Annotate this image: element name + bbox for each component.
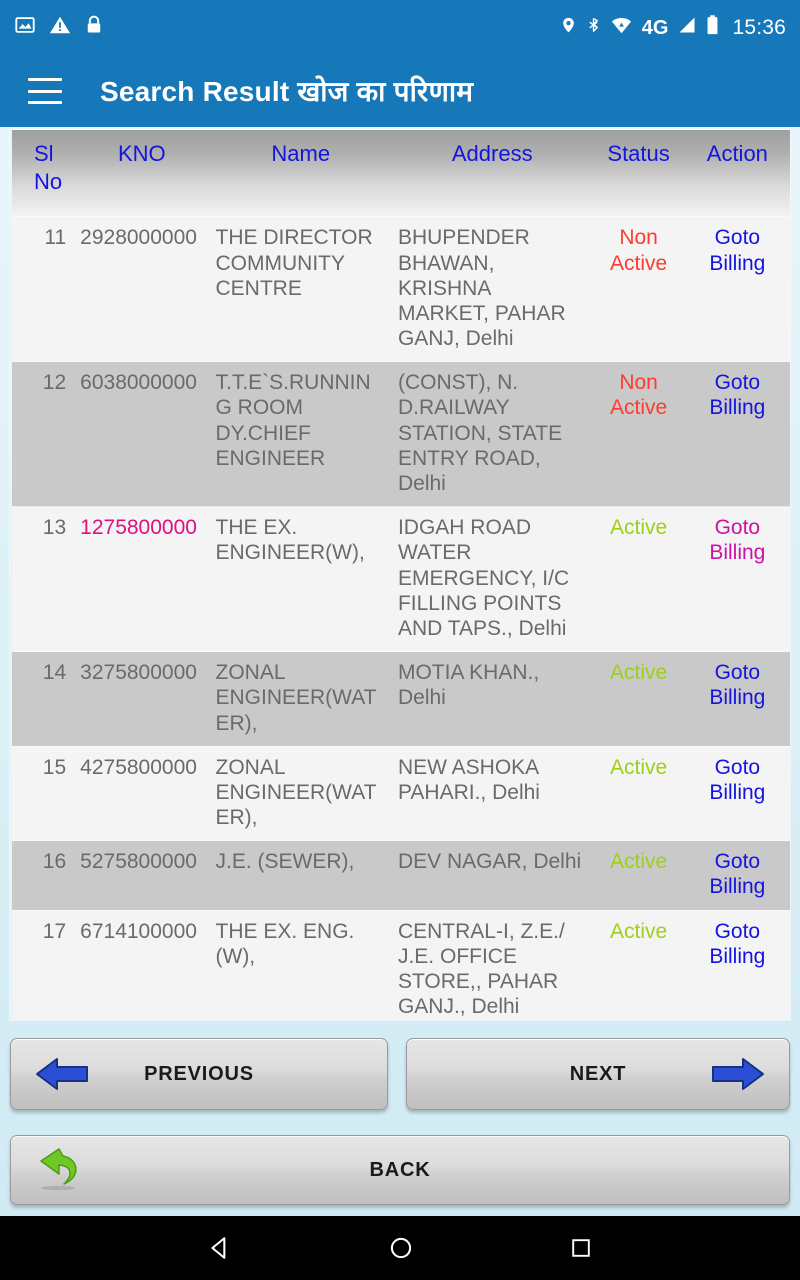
table-row[interactable]: 13 1275800000 THE EX. ENGINEER(W), IDGAH RO… — [12, 506, 790, 652]
cell-kno: 6038000000 — [74, 361, 210, 507]
table-row[interactable]: 12 6038000000 T.T.E`S.RUNNING ROOM DY.CHIE… — [12, 361, 790, 507]
cell-name: T.T.E`S.RUNNING ROOM DY.CHIEF ENGINEER — [209, 361, 392, 507]
cell-name: THE DIRECTOR COMMUNITY CENTRE — [209, 216, 392, 362]
cell-name: THE EX. ENGINEER(W), — [209, 506, 392, 652]
app-bar: Search Result खोज का परिणाम — [0, 55, 800, 127]
bluetooth-icon — [586, 14, 601, 41]
cell-address: (CONST), N. D.RAILWAY STATION, STATE ENT… — [391, 361, 593, 507]
cell-kno: 2928000000 — [74, 216, 210, 362]
cell-name: THE EX. ENG.(W), — [209, 909, 392, 1020]
cell-address: NEW ASHOKA PAHARI., Delhi — [391, 745, 593, 841]
undo-arrow-icon — [33, 1146, 89, 1194]
arrow-left-icon — [33, 1054, 91, 1094]
cell-status: Active — [592, 840, 685, 911]
cell-status: Active — [592, 745, 685, 841]
next-button-label: NEXT — [569, 1062, 627, 1085]
cell-status: Non Active — [592, 361, 685, 507]
network-4g-icon: 4G — [641, 16, 669, 39]
status-bar-right-icons: 4G 15:36 — [560, 14, 786, 41]
cell-status: Active — [592, 506, 685, 652]
circle-home-icon[interactable] — [388, 1235, 414, 1261]
status-bar-clock: 15:36 — [732, 15, 786, 39]
cell-address: IDGAH ROAD WATER EMERGENCY, I/C FILLING … — [391, 506, 593, 652]
warning-icon — [49, 14, 71, 41]
triangle-back-icon[interactable] — [207, 1235, 233, 1261]
pagination-buttons: PREVIOUS NEXT — [10, 1038, 790, 1110]
search-results-table: Sl No KNO Name Address Status Action 11 2… — [12, 130, 790, 1020]
column-header-sl-no[interactable]: Sl No — [12, 130, 74, 217]
cell-sl-no: 16 — [12, 840, 75, 911]
table-body: 11 2928000000 THE DIRECTOR COMMUNITY CENTR… — [12, 216, 790, 1020]
table-row[interactable]: 14 3275800000 ZONAL ENGINEER(WATER), MOTIA … — [12, 651, 790, 747]
cell-name: ZONAL ENGINEER(WATER), — [209, 745, 392, 841]
cell-action[interactable]: Goto Billing — [684, 909, 790, 1020]
page-title: Search Result खोज का परिणाम — [100, 76, 474, 107]
cell-kno: 1275800000 — [74, 506, 210, 652]
app-screen: 4G 15:36 Search Result खोज का परिणाम Sl — [0, 0, 800, 1280]
cell-kno: 3275800000 — [74, 651, 210, 747]
status-bar: 4G 15:36 — [0, 0, 800, 55]
cell-action[interactable]: Goto Billing — [684, 506, 790, 652]
image-icon — [14, 14, 36, 41]
cell-kno: 4275800000 — [74, 745, 210, 841]
cell-action[interactable]: Goto Billing — [684, 745, 790, 841]
search-results-table-container[interactable]: Sl No KNO Name Address Status Action 11 2… — [10, 130, 790, 1020]
signal-icon — [677, 14, 697, 41]
cell-address: DEV NAGAR, Delhi — [391, 840, 593, 911]
back-button[interactable]: BACK — [10, 1135, 790, 1205]
column-header-action[interactable]: Action — [685, 130, 790, 217]
column-header-kno[interactable]: KNO — [74, 130, 209, 217]
battery-icon — [706, 14, 719, 41]
table-header: Sl No KNO Name Address Status Action — [12, 130, 790, 217]
cell-sl-no: 17 — [12, 909, 75, 1020]
column-header-status[interactable]: Status — [592, 130, 684, 217]
cell-kno: 6714100000 — [74, 909, 210, 1020]
back-button-container: BACK — [10, 1135, 790, 1205]
square-recents-icon[interactable] — [569, 1236, 593, 1260]
table-row[interactable]: 16 5275800000 J.E. (SEWER), DEV NAGAR, Delh… — [12, 840, 790, 911]
cell-address: MOTIA KHAN., Delhi — [391, 651, 593, 747]
cell-status: Active — [592, 909, 685, 1020]
arrow-right-icon — [709, 1054, 767, 1094]
cell-address: CENTRAL-I, Z.E./ J.E. OFFICE STORE,, PAH… — [391, 909, 593, 1020]
status-bar-left-icons — [14, 14, 104, 41]
column-header-address[interactable]: Address — [392, 130, 593, 217]
android-navigation-bar — [0, 1216, 800, 1280]
wifi-alert-icon — [610, 14, 633, 41]
column-header-name[interactable]: Name — [210, 130, 392, 217]
cell-action[interactable]: Goto Billing — [684, 840, 790, 911]
cell-action[interactable]: Goto Billing — [684, 651, 790, 747]
cell-status: Non Active — [592, 216, 685, 362]
previous-button[interactable]: PREVIOUS — [10, 1038, 388, 1110]
cell-address: BHUPENDER BHAWAN, KRISHNA MARKET, PAHAR … — [391, 216, 593, 362]
cell-action[interactable]: Goto Billing — [684, 361, 790, 507]
table-row[interactable]: 15 4275800000 ZONAL ENGINEER(WATER), NEW AS… — [12, 745, 790, 841]
cell-action[interactable]: Goto Billing — [684, 216, 790, 362]
cell-sl-no: 11 — [12, 216, 75, 362]
cell-status: Active — [592, 651, 685, 747]
cell-name: J.E. (SEWER), — [209, 840, 392, 911]
hamburger-menu-icon[interactable] — [28, 78, 62, 104]
cell-sl-no: 15 — [12, 745, 75, 841]
table-header-row: Sl No KNO Name Address Status Action — [12, 130, 790, 217]
previous-button-label: PREVIOUS — [144, 1062, 254, 1085]
table-row[interactable]: 17 6714100000 THE EX. ENG.(W), CENTRAL-I, Z… — [12, 909, 790, 1020]
cell-sl-no: 12 — [12, 361, 75, 507]
back-button-label: BACK — [369, 1158, 431, 1181]
lock-icon — [84, 14, 104, 41]
table-row[interactable]: 11 2928000000 THE DIRECTOR COMMUNITY CENTR… — [12, 216, 790, 362]
cell-kno: 5275800000 — [74, 840, 210, 911]
location-icon — [560, 14, 577, 41]
next-button[interactable]: NEXT — [406, 1038, 790, 1110]
cell-name: ZONAL ENGINEER(WATER), — [209, 651, 392, 747]
cell-sl-no: 13 — [12, 506, 75, 652]
cell-sl-no: 14 — [12, 651, 75, 747]
